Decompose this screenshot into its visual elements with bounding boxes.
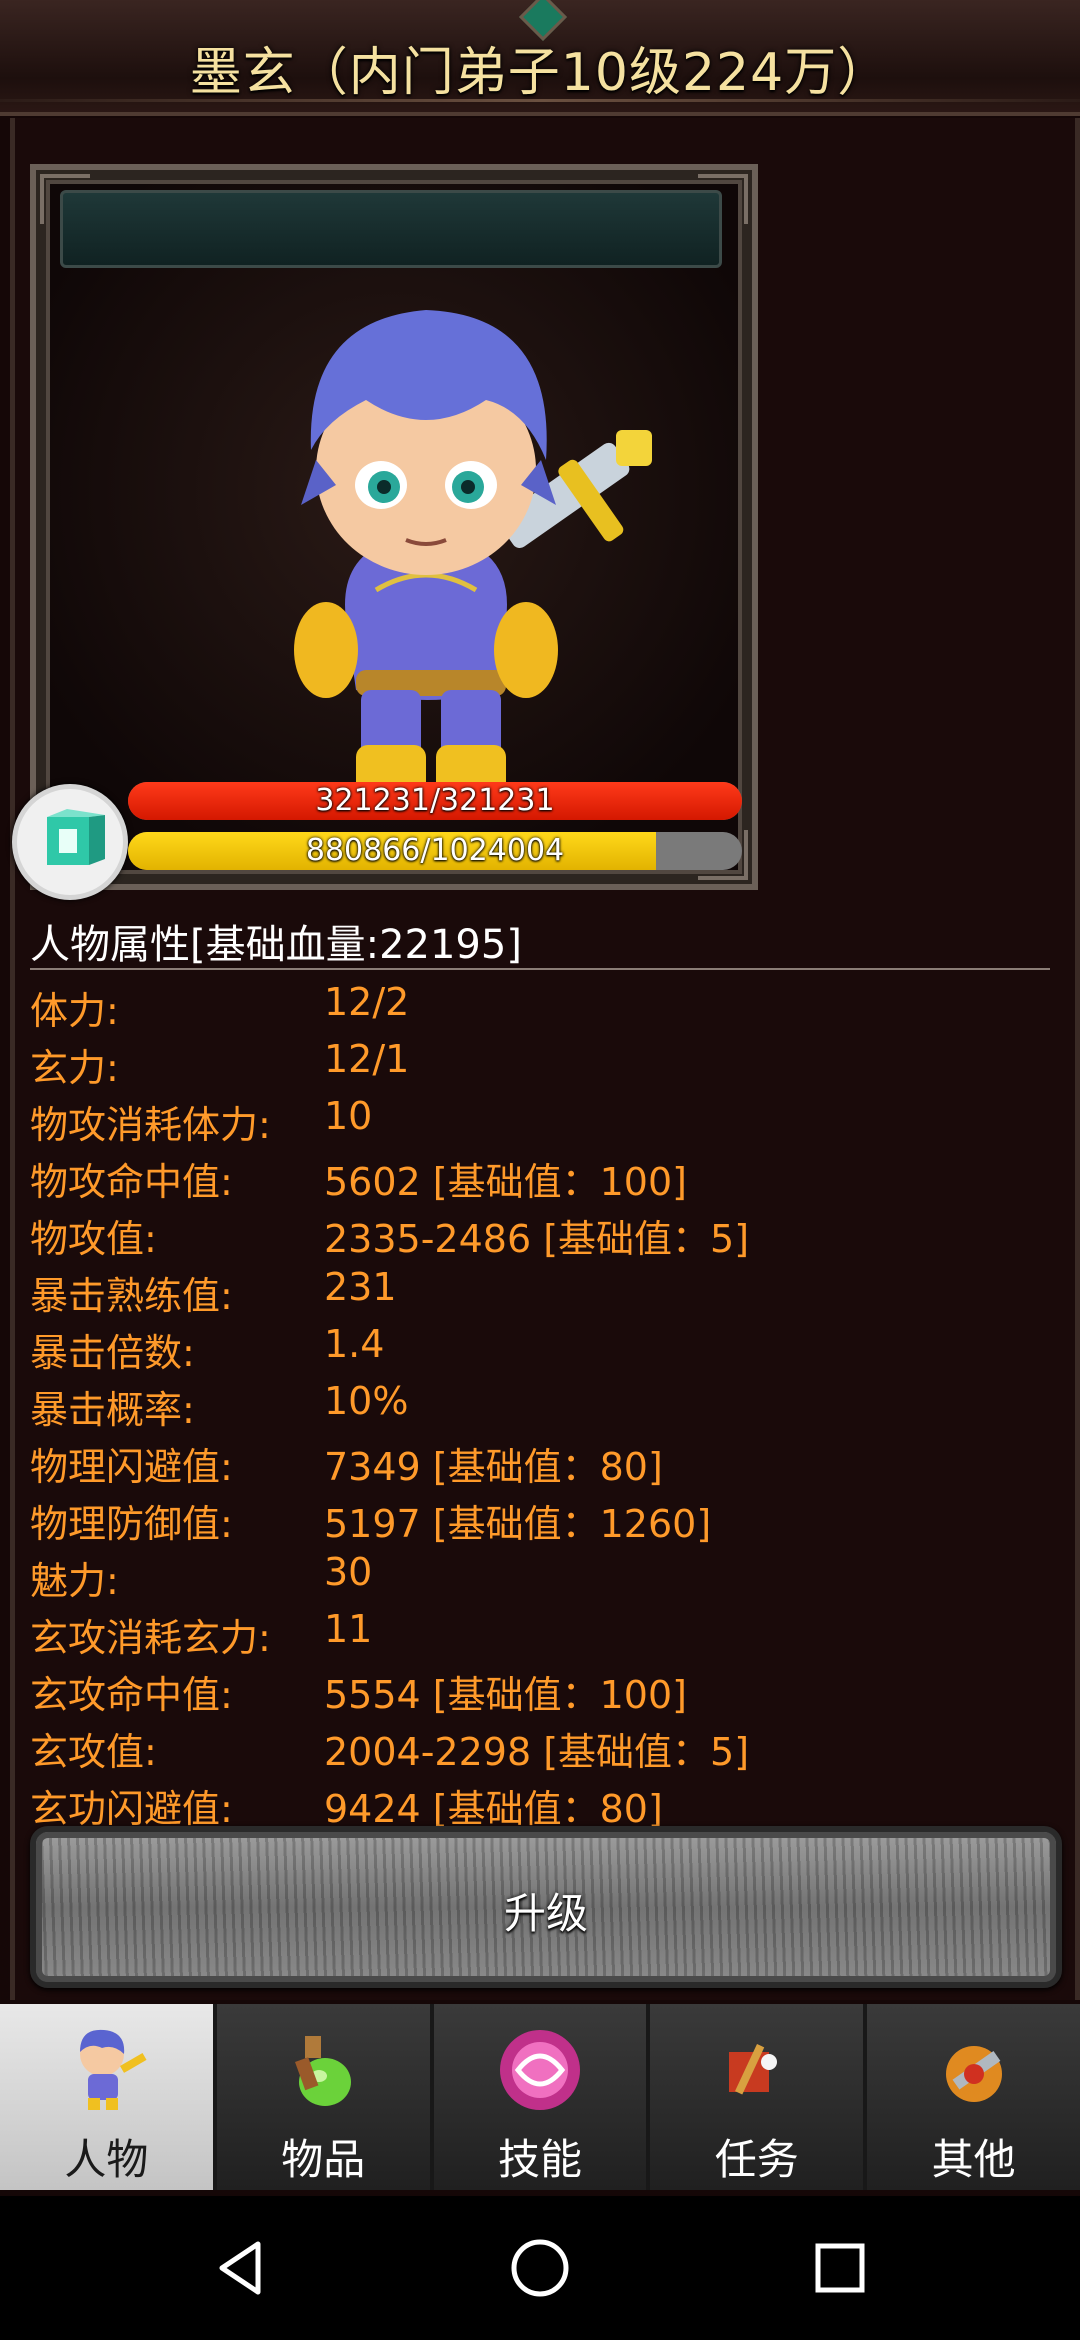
divider (30, 968, 1050, 970)
tab-label: 任务 (714, 2135, 799, 2184)
attribute-value: 12/1 (324, 1037, 410, 1081)
attribute-label: 物攻值: (30, 1217, 157, 1261)
attribute-row: 物理闪避值: 7349 [基础值：80] (30, 1430, 1050, 1489)
back-icon[interactable] (210, 2236, 274, 2300)
home-icon[interactable] (508, 2236, 572, 2300)
attribute-value: 10 (324, 1094, 373, 1138)
tab-skills[interactable]: 技能 (433, 2004, 647, 2190)
character-avatar-image (294, 310, 652, 795)
attribute-label: 暴击倍数: (30, 1331, 195, 1375)
attribute-value: 5197 [基础值：1260] (324, 1502, 712, 1546)
attribute-label: 玄力: (30, 1046, 119, 1090)
attributes-heading: 人物属性[基础血量:22195] (30, 922, 522, 968)
cube-icon (47, 809, 105, 865)
attribute-value: 5554 [基础值：100] (324, 1673, 687, 1717)
hp-text: 321231/321231 (315, 783, 555, 818)
tab-character[interactable]: 人物 (0, 2004, 213, 2190)
attribute-value: 5602 [基础值：100] (324, 1160, 687, 1204)
title-bar: 墨玄（内门弟子10级224万） (0, 0, 1080, 116)
attribute-row: 物攻值: 2335-2486 [基础值：5] (30, 1202, 1050, 1261)
attribute-row: 玄攻值: 2004-2298 [基础值：5] (30, 1715, 1050, 1774)
attribute-row: 玄功闪避值: 9424 [基础值：80] (30, 1772, 1050, 1831)
attribute-value: 10% (324, 1379, 409, 1423)
attribute-label: 物理闪避值: (30, 1445, 233, 1489)
potion-icon (295, 2036, 352, 2106)
attribute-label: 物攻命中值: (30, 1160, 233, 1204)
attribute-row: 物理防御值: 5197 [基础值：1260] (30, 1487, 1050, 1546)
attribute-value: 12/2 (324, 980, 410, 1024)
mp-bar: 880866/1024004 (128, 832, 742, 870)
attribute-row: 玄攻消耗玄力: 11 (30, 1601, 1050, 1660)
attribute-row: 体力: 12/2 (30, 974, 1050, 1033)
attribute-row: 暴击概率: 10% (30, 1373, 1050, 1432)
attribute-label: 物攻消耗体力: (30, 1103, 271, 1147)
system-navigation-bar (0, 2196, 1080, 2340)
attribute-value: 2004-2298 [基础值：5] (324, 1730, 750, 1774)
attribute-value: 9424 [基础值：80] (324, 1787, 663, 1831)
attributes-list: 体力: 12/2 玄力: 12/1 物攻消耗体力: 10 物攻命中值: 5602 [基础值：1… (30, 974, 1050, 1831)
attribute-row: 暴击倍数: 1.4 (30, 1316, 1050, 1375)
attribute-row: 物攻命中值: 5602 [基础值：100] (30, 1145, 1050, 1204)
attribute-value: 11 (324, 1607, 373, 1651)
other-icon (945, 2046, 1002, 2102)
bottom-tab-bar: 人物 物品 技能 任务 其他 (0, 2004, 1080, 2190)
attribute-value: 30 (324, 1550, 373, 1594)
tab-label: 物品 (281, 2135, 366, 2184)
tab-label: 人物 (64, 2135, 149, 2184)
page-title: 墨玄（内门弟子10级224万） (189, 43, 891, 103)
attribute-row: 暴击熟练值: 231 (30, 1259, 1050, 1318)
upgrade-button[interactable]: 升级 (30, 1826, 1062, 1988)
attribute-label: 魅力: (30, 1559, 119, 1603)
hp-bar: 321231/321231 (128, 782, 742, 820)
tab-other[interactable]: 其他 (867, 2004, 1080, 2190)
mp-text: 880866/1024004 (305, 833, 565, 868)
portrait-name-band (60, 190, 722, 268)
attribute-row: 物攻消耗体力: 10 (30, 1088, 1050, 1147)
attribute-value: 7349 [基础值：80] (324, 1445, 663, 1489)
attribute-value: 231 (324, 1265, 397, 1309)
attribute-value: 1.4 (324, 1322, 385, 1366)
attribute-label: 暴击概率: (30, 1388, 195, 1432)
tab-label: 技能 (497, 2135, 582, 2184)
attribute-label: 玄攻值: (30, 1730, 157, 1774)
attribute-label: 暴击熟练值: (30, 1274, 233, 1318)
quest-icon (728, 2044, 777, 2095)
attribute-row: 魅力: 30 (30, 1544, 1050, 1603)
upgrade-button-label: 升级 (503, 1889, 588, 1938)
tab-quests[interactable]: 任务 (650, 2004, 864, 2190)
tab-label: 其他 (931, 2135, 1016, 2184)
attribute-label: 体力: (30, 989, 119, 1033)
attribute-row: 玄攻命中值: 5554 [基础值：100] (30, 1658, 1050, 1717)
attribute-value: 2335-2486 [基础值：5] (324, 1217, 750, 1261)
recent-apps-icon[interactable] (808, 2236, 872, 2300)
attribute-label: 玄功闪避值: (30, 1787, 233, 1831)
character-icon (80, 2029, 147, 2110)
attribute-row: 玄力: 12/1 (30, 1031, 1050, 1090)
attribute-label: 玄攻消耗玄力: (30, 1616, 271, 1660)
tab-items[interactable]: 物品 (216, 2004, 430, 2190)
attribute-label: 玄攻命中值: (30, 1673, 233, 1717)
attribute-label: 物理防御值: (30, 1502, 233, 1546)
skill-orb-icon (499, 2030, 580, 2110)
character-model-toggle-button[interactable] (12, 784, 128, 900)
